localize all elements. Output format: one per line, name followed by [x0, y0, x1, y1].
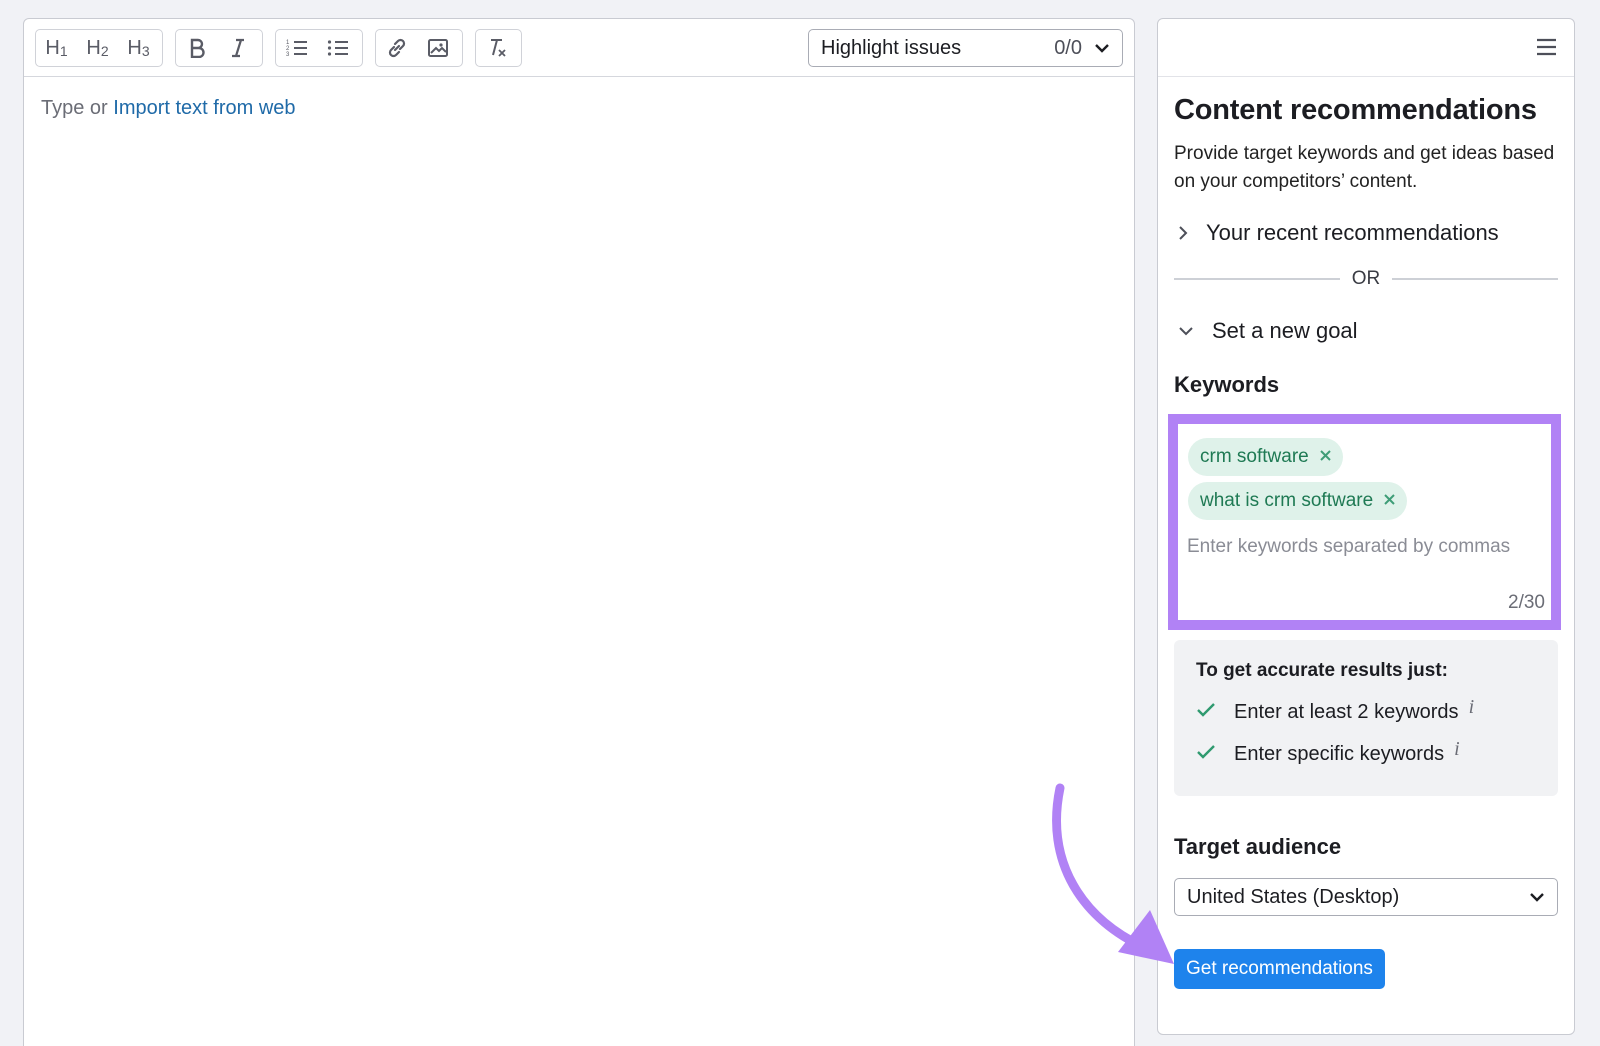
hamburger-menu-icon[interactable] — [1536, 38, 1557, 56]
keyword-chip: what is crm software — [1188, 482, 1408, 520]
info-icon[interactable]: i — [1469, 696, 1475, 719]
chevron-down-icon — [1530, 893, 1544, 902]
issues-count: 0/0 — [1054, 36, 1082, 59]
italic-button[interactable] — [217, 30, 258, 66]
link-icon — [388, 38, 405, 58]
panel-header — [1158, 19, 1574, 77]
recent-recommendations-toggle[interactable]: Your recent recommendations — [1174, 220, 1558, 246]
new-goal-toggle[interactable]: Set a new goal — [1174, 318, 1558, 344]
info-icon[interactable]: i — [1454, 738, 1460, 761]
ordered-list-button[interactable]: 123 — [276, 30, 317, 66]
target-audience-label: Target audience — [1174, 834, 1342, 859]
ordered-list-icon: 123 — [286, 40, 307, 58]
bullet-list-icon — [327, 40, 348, 56]
remove-keyword-icon[interactable] — [1383, 490, 1396, 512]
tip-item: Enter specific keywords i — [1196, 738, 1536, 766]
tip-text: Enter at least 2 keywords — [1234, 701, 1459, 723]
editor-content-area[interactable]: Type or Import text from web — [24, 77, 1134, 140]
checkmark-icon — [1196, 701, 1234, 724]
heading-3-button[interactable]: H3 — [118, 30, 159, 66]
tip-item: Enter at least 2 keywords i — [1196, 696, 1536, 724]
new-goal-label: Set a new goal — [1212, 318, 1358, 343]
keywords-label: Keywords — [1174, 372, 1280, 397]
text-editor: H1 H2 H3 123 Highlight issues 0/0 Type o… — [23, 18, 1135, 1046]
keywords-input-box[interactable]: crm software what is crm software 2/30 — [1168, 414, 1561, 630]
bold-button[interactable] — [176, 30, 217, 66]
tips-title: To get accurate results just: — [1196, 660, 1448, 681]
keyword-chip: crm software — [1188, 438, 1343, 476]
get-recommendations-button[interactable]: Get recommendations — [1174, 949, 1385, 989]
heading-group: H1 H2 H3 — [35, 29, 163, 67]
chevron-right-icon — [1179, 226, 1188, 240]
checkmark-icon — [1196, 743, 1234, 766]
editor-placeholder: Type or — [41, 97, 114, 119]
highlight-issues-dropdown[interactable]: Highlight issues 0/0 — [808, 29, 1123, 67]
content-recommendations-panel: Content recommendations Provide target k… — [1157, 18, 1575, 1035]
or-divider: OR — [1174, 268, 1558, 290]
italic-icon — [231, 38, 244, 58]
chevron-down-icon — [1095, 44, 1109, 53]
image-button[interactable] — [417, 30, 458, 66]
insert-group — [375, 29, 463, 67]
highlight-issues-label: Highlight issues — [821, 36, 962, 59]
chevron-down-icon — [1179, 327, 1193, 336]
link-button[interactable] — [376, 30, 417, 66]
format-group — [175, 29, 263, 67]
image-icon — [427, 39, 448, 57]
keyword-chip-label: what is crm software — [1200, 490, 1374, 511]
keyword-input[interactable] — [1187, 536, 1547, 558]
target-audience-select[interactable]: United States (Desktop) — [1174, 878, 1558, 916]
clear-format-button[interactable] — [476, 30, 517, 66]
list-group: 123 — [275, 29, 363, 67]
import-text-link[interactable]: Import text from web — [113, 97, 295, 119]
keyword-counter: 2/30 — [1508, 592, 1545, 613]
editor-toolbar: H1 H2 H3 123 Highlight issues 0/0 — [24, 19, 1134, 77]
bold-icon — [190, 38, 205, 58]
recent-recommendations-label: Your recent recommendations — [1206, 220, 1499, 245]
heading-2-button[interactable]: H2 — [77, 30, 118, 66]
remove-keyword-icon[interactable] — [1319, 446, 1332, 468]
panel-title: Content recommendations — [1174, 94, 1537, 126]
keyword-chip-label: crm software — [1200, 446, 1309, 467]
tip-text: Enter specific keywords — [1234, 743, 1445, 765]
bullet-list-button[interactable] — [317, 30, 358, 66]
svg-text:3: 3 — [286, 52, 290, 58]
tips-box: To get accurate results just: Enter at l… — [1174, 640, 1558, 796]
clear-format-icon — [490, 39, 506, 57]
heading-1-button[interactable]: H1 — [36, 30, 77, 66]
target-audience-value: United States (Desktop) — [1187, 885, 1400, 908]
panel-description: Provide target keywords and get ideas ba… — [1174, 143, 1555, 192]
clear-format-group — [475, 29, 522, 67]
